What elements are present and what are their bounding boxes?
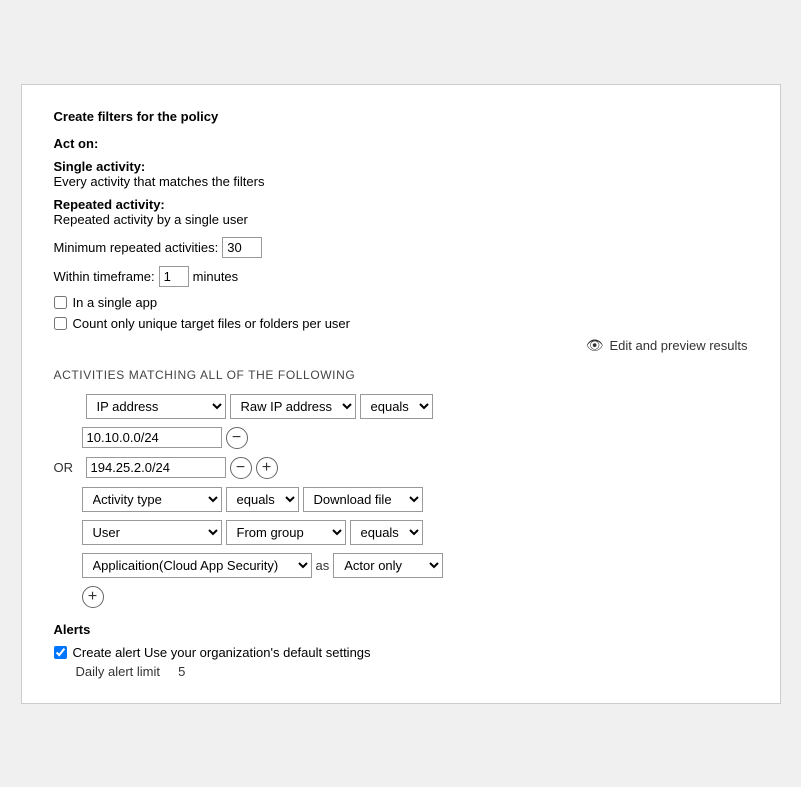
- timeframe-unit: minutes: [193, 269, 239, 284]
- filter1-remove-button[interactable]: −: [226, 427, 248, 449]
- add-filter-row: +: [54, 586, 748, 608]
- unique-files-row: Count only unique target files or folder…: [54, 316, 748, 331]
- or-label: OR: [54, 460, 82, 475]
- main-panel: Create filters for the policy Act on: Si…: [21, 84, 781, 704]
- eye-icon: 👁: [586, 337, 604, 354]
- filter-row-4: User From group equals: [54, 520, 748, 545]
- single-app-row: In a single app: [54, 295, 748, 310]
- timeframe-label: Within timeframe:: [54, 269, 155, 284]
- timeframe-input[interactable]: [159, 266, 189, 287]
- unique-files-label: Count only unique target files or folder…: [73, 316, 351, 331]
- filter4-operator-select[interactable]: From group: [226, 520, 346, 545]
- single-activity-desc: Every activity that matches the filters: [54, 174, 265, 189]
- filter5-role-select[interactable]: Actor only: [333, 553, 443, 578]
- create-alert-checkbox[interactable]: [54, 646, 67, 659]
- preview-label[interactable]: Edit and preview results: [609, 338, 747, 353]
- alerts-title: Alerts: [54, 622, 748, 637]
- repeated-activity-section: Repeated activity: Repeated activity by …: [54, 197, 748, 227]
- act-on-label: Act on:: [54, 136, 748, 151]
- single-activity-title: Single activity:: [54, 159, 146, 174]
- filter1-field-select[interactable]: IP address: [86, 394, 226, 419]
- filter-row-1b: −: [54, 427, 748, 449]
- filter4-comparator-select[interactable]: equals: [350, 520, 423, 545]
- repeated-activity-desc: Repeated activity by a single user: [54, 212, 248, 227]
- filter-row-3: Activity type equals Download file: [54, 487, 748, 512]
- add-filter-button[interactable]: +: [82, 586, 104, 608]
- filter4-field-select[interactable]: User: [82, 520, 222, 545]
- filter3-field-select[interactable]: Activity type: [82, 487, 222, 512]
- daily-limit-row: Daily alert limit 5: [54, 664, 748, 679]
- min-repeated-label: Minimum repeated activities:: [54, 240, 219, 255]
- preview-row: 👁 Edit and preview results: [54, 337, 748, 354]
- unique-files-checkbox[interactable]: [54, 317, 67, 330]
- filter3-comparator-select[interactable]: equals: [226, 487, 299, 512]
- filter-row-5: Applicaition(Cloud App Security) as Acto…: [54, 553, 748, 578]
- filter2-add-button[interactable]: +: [256, 457, 278, 479]
- single-app-label: In a single app: [73, 295, 158, 310]
- min-repeated-input[interactable]: [222, 237, 262, 258]
- filter-row-2: OR − +: [54, 457, 748, 479]
- single-app-checkbox[interactable]: [54, 296, 67, 309]
- filter3-value-select[interactable]: Download file: [303, 487, 423, 512]
- filter5-field-select[interactable]: Applicaition(Cloud App Security): [82, 553, 312, 578]
- filter2-value-input[interactable]: [86, 457, 226, 478]
- filter-row-1: IP address Raw IP address equals: [54, 394, 748, 419]
- as-label: as: [316, 558, 330, 573]
- alerts-create-row: Create alert Use your organization's def…: [54, 645, 748, 660]
- timeframe-row: Within timeframe: minutes: [54, 266, 748, 287]
- min-repeated-row: Minimum repeated activities:: [54, 237, 748, 258]
- filter1-comparator-select[interactable]: equals: [360, 394, 433, 419]
- daily-limit-label: Daily alert limit: [76, 664, 161, 679]
- activities-section-title: ACTIVITIES MATCHING ALL OF THE FOLLOWING: [54, 368, 748, 382]
- filter1-operator-select[interactable]: Raw IP address: [230, 394, 356, 419]
- daily-limit-value: 5: [178, 664, 185, 679]
- panel-title: Create filters for the policy: [54, 109, 748, 124]
- single-activity-section: Single activity: Every activity that mat…: [54, 159, 748, 189]
- filter2-remove-button[interactable]: −: [230, 457, 252, 479]
- filter1-value-input[interactable]: [82, 427, 222, 448]
- alerts-section: Alerts Create alert Use your organizatio…: [54, 622, 748, 679]
- repeated-activity-title: Repeated activity:: [54, 197, 165, 212]
- create-alert-label: Create alert Use your organization's def…: [73, 645, 371, 660]
